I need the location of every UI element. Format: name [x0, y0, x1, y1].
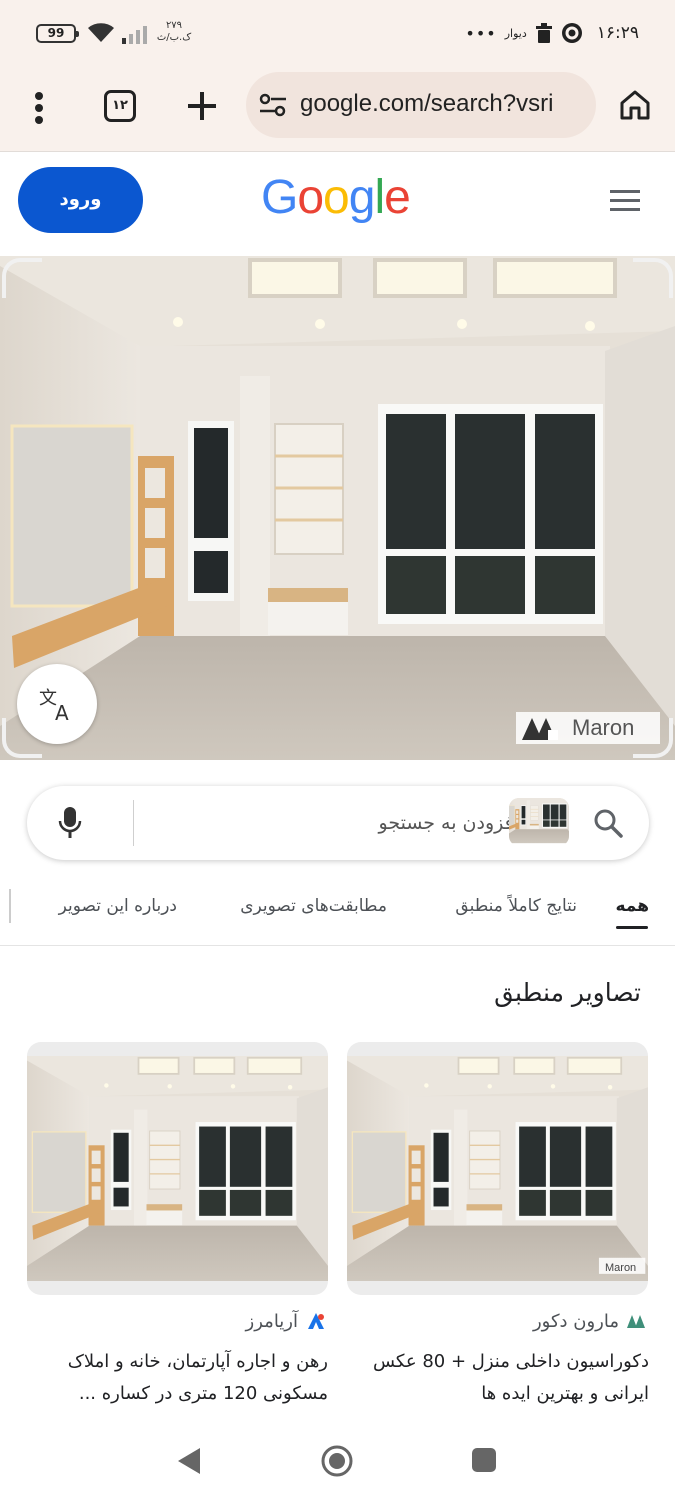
hamburger-menu-icon[interactable] — [610, 189, 642, 213]
divider — [133, 800, 134, 846]
translate-button[interactable]: 文 A — [17, 664, 97, 744]
translate-icon: 文 A — [39, 688, 69, 724]
lens-image-area[interactable]: 文 A Maron — [0, 256, 675, 760]
logo-letter: o — [297, 171, 324, 224]
network-speed: ۲۷۹ ک.ب/ث — [154, 20, 194, 44]
status-right-group: ••• دیوار ۱۶:۲۹ — [465, 18, 639, 48]
query-image-thumbnail[interactable] — [509, 798, 569, 846]
result-source[interactable]: آریامرز — [246, 1306, 326, 1336]
logo-letter: g — [348, 171, 376, 224]
card-watermark: Maron — [605, 1262, 637, 1274]
tab-switcher-button[interactable]: ۱۲ — [104, 90, 136, 122]
network-speed-value: ۲۷۹ — [165, 20, 183, 31]
google-logo[interactable]: Google — [261, 170, 411, 225]
tab-about-this-image[interactable]: درباره این تصویر — [59, 896, 177, 916]
signal-icon — [122, 26, 147, 44]
url-text: google.com/search?vsri — [300, 90, 554, 117]
result-image — [347, 1056, 648, 1281]
status-bar: 99 ۲۷۹ ک.ب/ث ••• دیوار ۱۶:۲۹ — [0, 0, 675, 66]
result-title[interactable]: رهن و اجاره آپارتمان، خانه و املاک مسکون… — [24, 1346, 328, 1410]
search-bar — [27, 786, 649, 860]
google-header: ورود Google — [0, 152, 675, 256]
result-image — [27, 1056, 328, 1281]
network-speed-unit: ک.ب/ث — [156, 32, 192, 43]
home-circle-icon[interactable] — [320, 1444, 354, 1478]
crop-handle-top-left[interactable] — [2, 258, 42, 298]
maron-logo-icon — [627, 1315, 645, 1328]
tab-visual-matches[interactable]: مطابقت‌های تصویری — [240, 896, 387, 916]
new-tab-icon[interactable] — [184, 88, 220, 124]
source-name: آریامرز — [245, 1310, 298, 1332]
logo-letter: e — [384, 171, 411, 224]
section-title: تصاویر منطبق — [494, 978, 641, 1007]
browser-menu-icon[interactable] — [24, 88, 54, 128]
maron-logo-icon — [522, 718, 558, 740]
result-source[interactable]: مارون دکور — [533, 1306, 647, 1336]
source-name: مارون دکور — [532, 1310, 619, 1332]
active-tab-indicator — [616, 926, 648, 929]
logo-letter: G — [261, 171, 298, 224]
result-tabs: همه نتایج کاملاً منطبق مطابقت‌های تصویری… — [0, 878, 675, 946]
wifi-icon — [88, 23, 114, 42]
logo-letter: l — [374, 171, 385, 224]
recent-apps-icon[interactable] — [472, 1448, 496, 1472]
tab-scroll-edge — [9, 889, 11, 923]
result-card-image[interactable] — [27, 1042, 328, 1295]
watermark-text: Maron — [572, 715, 635, 740]
more-notifications-icon: ••• — [465, 23, 497, 43]
search-icon[interactable] — [593, 808, 623, 838]
sign-in-button[interactable]: ورود — [18, 167, 143, 233]
browser-toolbar: ۱۲ google.com/search?vsri — [0, 66, 675, 152]
address-bar[interactable]: google.com/search?vsri — [246, 72, 596, 138]
battery-indicator: 99 — [36, 24, 79, 43]
trash-icon — [535, 23, 552, 43]
search-input[interactable] — [147, 802, 519, 844]
thumbnail-image — [509, 798, 569, 844]
system-navigation-bar — [0, 1418, 675, 1500]
room-image — [0, 256, 675, 760]
maron-watermark: Maron — [516, 712, 660, 744]
result-title[interactable]: دکوراسیون داخلی منزل + 80 عکس ایرانی و ب… — [345, 1346, 649, 1410]
divar-notification: دیوار — [504, 26, 527, 40]
home-icon[interactable] — [618, 88, 652, 122]
app-notification-icon — [561, 23, 582, 43]
clock: ۱۶:۲۹ — [596, 23, 639, 43]
result-card-image[interactable]: Maron — [347, 1042, 648, 1295]
site-settings-icon[interactable] — [258, 92, 288, 118]
logo-letter: o — [323, 171, 350, 224]
crop-handle-top-right[interactable] — [633, 258, 673, 298]
ariamarz-logo-icon — [308, 1313, 324, 1329]
svg-text:A: A — [55, 701, 69, 724]
microphone-icon[interactable] — [57, 806, 83, 840]
back-icon[interactable] — [176, 1446, 202, 1476]
tab-all[interactable]: همه — [616, 896, 650, 916]
tab-exact-matches[interactable]: نتایج کاملاً منطبق — [455, 896, 577, 916]
